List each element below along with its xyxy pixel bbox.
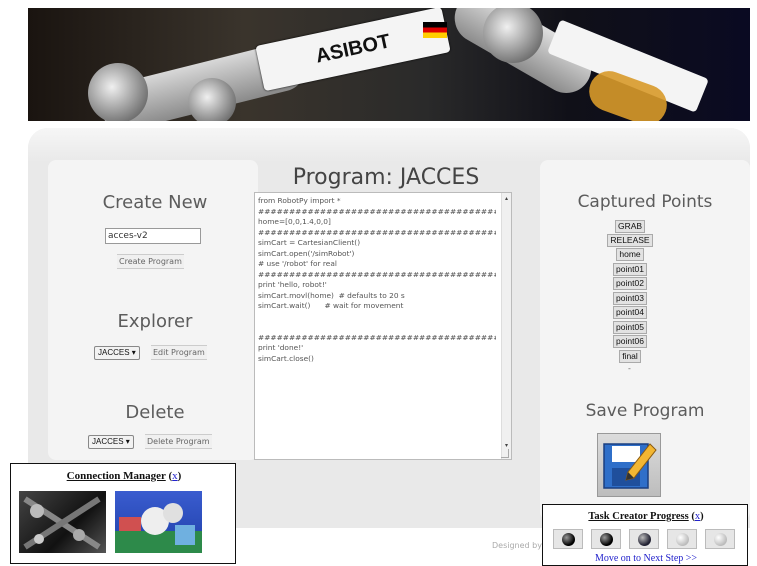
create-new-heading: Create New (102, 192, 208, 213)
step-indicator (667, 529, 697, 549)
step-indicator (591, 529, 621, 549)
delete-program-select[interactable]: JACCES ▾ (88, 435, 134, 449)
task-creator-progress-panel: Task Creator Progress (x) Move on to Nex… (542, 504, 748, 566)
editor-scrollbar[interactable]: ▴ ▾ (501, 193, 511, 459)
delete-program-button[interactable]: Delete Program (145, 434, 212, 449)
step-indicator (629, 529, 659, 549)
list-end-marker: - (628, 364, 631, 373)
main-panel-top (28, 128, 750, 162)
save-program-icon[interactable] (597, 433, 661, 497)
captured-point-button[interactable]: final (600, 344, 660, 363)
task-progress-title: Task Creator Progress (588, 511, 689, 522)
program-title: Program: JACCES (292, 165, 480, 190)
designed-by-text: Designed by (492, 541, 542, 550)
close-connection-manager-link[interactable]: x (172, 470, 178, 482)
robot-label: ASIBOT (255, 8, 451, 92)
program-code-text[interactable]: from RobotPy import * ##################… (258, 196, 496, 364)
connection-manager-title: Connection Manager (66, 470, 166, 482)
captured-points-heading: Captured Points (577, 192, 713, 212)
resize-grip-icon[interactable] (501, 449, 509, 458)
explorer-heading: Explorer (117, 311, 193, 332)
dropdown-arrow-icon: ▾ (125, 437, 130, 446)
german-flag-icon (423, 22, 447, 38)
step-indicator (705, 529, 735, 549)
dropdown-arrow-icon: ▾ (131, 348, 136, 357)
simulator-thumbnail[interactable] (115, 491, 202, 553)
save-program-heading: Save Program (585, 401, 705, 421)
connection-manager-panel: Connection Manager (x) (10, 463, 236, 564)
program-name-input[interactable]: acces-v2 (105, 228, 201, 244)
delete-heading: Delete (125, 402, 185, 423)
scroll-up-icon[interactable]: ▴ (502, 194, 511, 203)
robot-camera-thumbnail[interactable] (19, 491, 106, 553)
robot-joint (188, 78, 236, 121)
explorer-program-select[interactable]: JACCES ▾ (94, 346, 140, 360)
select-value: JACCES (92, 437, 124, 446)
close-task-progress-link[interactable]: x (695, 511, 700, 522)
next-step-link[interactable]: Move on to Next Step >> (543, 553, 749, 564)
edit-program-button[interactable]: Edit Program (151, 345, 207, 360)
create-program-button[interactable]: Create Program (117, 254, 184, 269)
robot-joint (88, 63, 148, 121)
select-value: JACCES (98, 348, 130, 357)
program-code-editor[interactable]: from RobotPy import * ##################… (254, 192, 512, 460)
header-banner-image: ASIBOT (28, 8, 750, 121)
step-indicator (553, 529, 583, 549)
